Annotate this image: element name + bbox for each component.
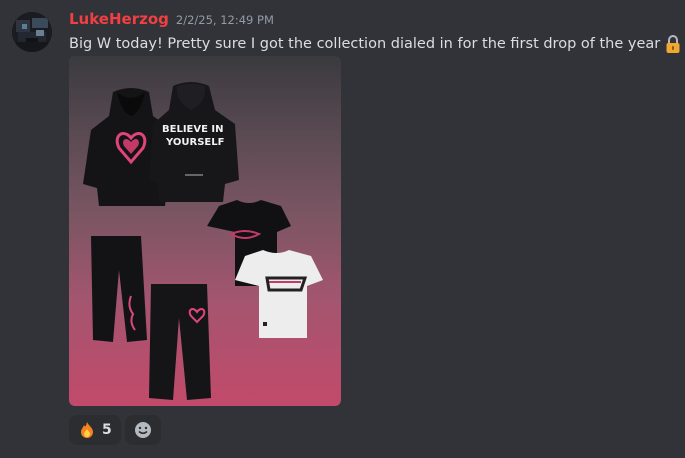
- timestamp: 2/2/25, 12:49 PM: [175, 13, 274, 27]
- white-tshirt: [235, 250, 323, 338]
- username[interactable]: LukeHerzog: [69, 10, 169, 28]
- reactions-bar: 5: [69, 415, 161, 445]
- message-content: Big W today! Pretty sure I got the colle…: [69, 34, 685, 54]
- avatar[interactable]: [12, 12, 52, 52]
- reaction-count: 5: [102, 422, 112, 438]
- chat-message: LukeHerzog 2/2/25, 12:49 PM Big W today!…: [0, 0, 685, 458]
- avatar-image: [12, 12, 52, 52]
- clothing-collection-image: BELIEVE IN YOURSELF: [83, 82, 323, 400]
- message-header: LukeHerzog 2/2/25, 12:49 PM: [69, 10, 274, 28]
- lock-icon: [663, 34, 683, 54]
- add-reaction-button[interactable]: [124, 415, 161, 445]
- sweatpants-left: [91, 236, 147, 342]
- hoodie-back: BELIEVE IN YOURSELF: [149, 82, 239, 202]
- hoodie-back-text-line1: BELIEVE IN: [162, 124, 224, 135]
- image-attachment[interactable]: BELIEVE IN YOURSELF: [69, 56, 341, 406]
- smiley-add-icon: [134, 422, 151, 438]
- fire-icon: [81, 422, 93, 438]
- reaction-fire[interactable]: 5: [69, 415, 121, 445]
- sweatpants-right: [149, 284, 211, 400]
- message-text: Big W today! Pretty sure I got the colle…: [69, 36, 661, 52]
- hoodie-back-text-line2: YOURSELF: [165, 137, 224, 148]
